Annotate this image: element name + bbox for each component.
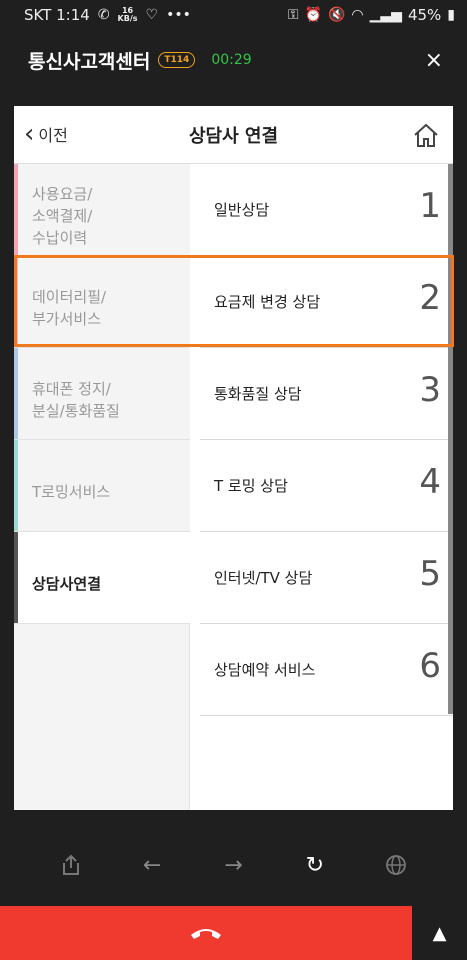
category-label: T로밍서비스: [32, 482, 111, 501]
category-item[interactable]: 휴대폰 정지/ 분실/통화품질: [14, 348, 190, 440]
battery-percent: 45%: [407, 6, 442, 24]
category-label: 상담사연결: [32, 574, 102, 593]
expand-up-button[interactable]: ▲: [412, 906, 467, 960]
category-label: 휴대폰 정지/ 분실/통화품질: [32, 379, 120, 420]
option-number: 1: [419, 186, 441, 226]
category-color-bar: [14, 256, 18, 347]
category-label: 데이터리필/ 부가서비스: [32, 287, 107, 328]
category-item[interactable]: T로밍서비스: [14, 440, 190, 532]
home-icon[interactable]: [413, 122, 439, 148]
option-label: 일반상담: [214, 201, 270, 219]
alarm-icon: ⏰: [304, 7, 322, 23]
option-item[interactable]: 요금제 변경 상담 2: [200, 256, 453, 348]
option-item[interactable]: 상담예약 서비스 6: [200, 624, 453, 716]
category-item-active[interactable]: 상담사연결: [14, 532, 190, 624]
option-label: 통화품질 상담: [214, 385, 302, 403]
carrier-time: SKT 1:14: [24, 6, 90, 24]
battery-icon: ▮: [447, 7, 455, 23]
refresh-icon[interactable]: ↻: [295, 845, 335, 885]
back-button[interactable]: ‹ 이전: [24, 119, 68, 149]
more-icon: •••: [166, 7, 191, 23]
network-speed: 16 KB/s: [118, 7, 138, 23]
phone-icon: ✆: [97, 7, 110, 23]
wifi-icon: ◠: [351, 7, 364, 23]
chevron-up-icon: ▲: [432, 922, 447, 944]
option-number: 4: [419, 462, 441, 502]
option-number: 6: [419, 646, 441, 686]
option-list: 일반상담 1 요금제 변경 상담 2 통화품질 상담 3 T 로밍 상담 4 인…: [200, 164, 453, 810]
category-item[interactable]: 데이터리필/ 부가서비스: [14, 256, 190, 348]
option-item[interactable]: 통화품질 상담 3: [200, 348, 453, 440]
call-bar: ▲: [0, 906, 467, 960]
signal-icon: ▁▃▅: [369, 7, 402, 23]
option-label: 인터넷/TV 상담: [214, 569, 313, 587]
category-label: 사용요금/ 소액결제/ 수납이력: [32, 184, 93, 247]
shield-icon: ♡: [145, 7, 159, 23]
share-icon[interactable]: [51, 845, 91, 885]
category-list: 사용요금/ 소액결제/ 수납이력 데이터리필/ 부가서비스 휴대폰 정지/ 분실…: [14, 164, 190, 810]
back-arrow-icon[interactable]: ←: [132, 845, 172, 885]
hangup-icon: [191, 929, 221, 939]
menu-card: ‹ 이전 상담사 연결 사용요금/ 소액결제/ 수납이력 데이터리필/ 부가서비…: [14, 106, 453, 810]
option-label: T 로밍 상담: [214, 477, 288, 495]
category-empty-fill: [14, 624, 190, 810]
mute-icon: 🔇: [327, 7, 346, 23]
option-item[interactable]: 일반상담 1: [200, 164, 453, 256]
chevron-left-icon: ‹: [24, 119, 35, 149]
status-bar: SKT 1:14 ✆ 16 KB/s ♡ ••• ⚿ ⏰ 🔇 ◠ ▁▃▅ 45%…: [0, 0, 467, 30]
page-title: 통신사고객센터: [28, 50, 151, 73]
browser-nav: ← → ↻: [0, 826, 467, 904]
option-label: 요금제 변경 상담: [214, 293, 321, 311]
card-title: 상담사 연결: [188, 125, 279, 147]
option-number: 3: [419, 370, 441, 410]
category-color-bar: [14, 440, 18, 531]
app-titlebar: 통신사고객센터 T114 00:29 ×: [0, 30, 467, 90]
back-label: 이전: [38, 126, 68, 145]
scrollbar[interactable]: [448, 164, 453, 714]
forward-arrow-icon[interactable]: →: [213, 845, 253, 885]
category-color-bar: [14, 532, 18, 623]
option-number: 2: [419, 278, 441, 318]
option-item[interactable]: T 로밍 상담 4: [200, 440, 453, 532]
t114-badge: T114: [158, 52, 196, 68]
category-color-bar: [14, 348, 18, 439]
hangup-button[interactable]: [0, 906, 412, 960]
option-number: 5: [419, 554, 441, 594]
option-label: 상담예약 서비스: [214, 661, 316, 679]
globe-icon[interactable]: [376, 845, 416, 885]
category-color-bar: [14, 164, 18, 255]
card-header: ‹ 이전 상담사 연결: [14, 106, 453, 164]
category-item[interactable]: 사용요금/ 소액결제/ 수납이력: [14, 164, 190, 256]
close-icon[interactable]: ×: [425, 48, 443, 73]
key-icon: ⚿: [287, 7, 299, 23]
option-item[interactable]: 인터넷/TV 상담 5: [200, 532, 453, 624]
net-speed-unit: KB/s: [117, 14, 138, 23]
menu-body: 사용요금/ 소액결제/ 수납이력 데이터리필/ 부가서비스 휴대폰 정지/ 분실…: [14, 164, 453, 810]
call-timer: 00:29: [211, 52, 252, 68]
